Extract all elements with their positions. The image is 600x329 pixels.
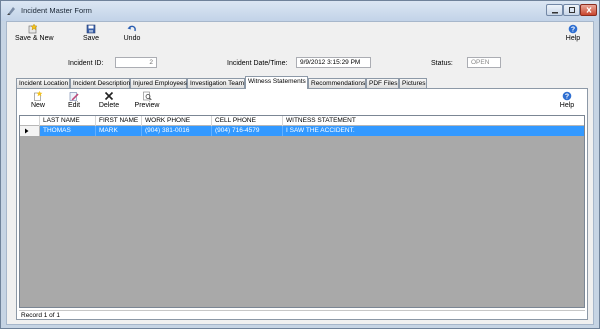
preview-label: Preview [134, 102, 160, 109]
column-header-witness-statement[interactable]: WITNESS STATEMENT [283, 116, 584, 126]
window-title: Incident Master Form [21, 6, 92, 15]
svg-text:?: ? [565, 94, 569, 101]
help-button[interactable]: ? Help [563, 24, 583, 44]
column-header-cell-phone[interactable]: CELL PHONE [212, 116, 283, 126]
cell-cell-phone[interactable]: (904) 716-4579 [212, 126, 283, 136]
svg-text:?: ? [571, 27, 575, 34]
incident-id-field[interactable]: 2 [115, 57, 157, 68]
edit-label: Edit [67, 102, 81, 109]
status-field[interactable]: OPEN [467, 57, 501, 68]
incident-datetime-field[interactable]: 9/9/2012 3:15:29 PM [296, 57, 371, 68]
undo-button[interactable]: Undo [121, 24, 143, 44]
grid-corner [20, 116, 40, 126]
delete-label: Delete [98, 102, 120, 109]
column-header-last-name[interactable]: LAST NAME [40, 116, 96, 126]
table-row[interactable]: THOMAS MARK (904) 381-0016 (904) 716-457… [20, 126, 584, 136]
close-button[interactable] [580, 4, 597, 16]
incident-id-label: Incident ID: [68, 60, 104, 67]
save-new-icon [28, 24, 38, 34]
cell-last-name[interactable]: THOMAS [40, 126, 96, 136]
delete-icon [104, 91, 114, 101]
undo-label: Undo [123, 35, 141, 42]
new-icon [34, 91, 43, 101]
new-label: New [30, 102, 45, 109]
delete-button[interactable]: Delete [97, 91, 121, 111]
preview-button[interactable]: Preview [132, 91, 162, 111]
help-icon: ? [562, 91, 572, 101]
app-icon [7, 7, 15, 15]
edit-icon [69, 92, 79, 101]
new-button[interactable]: New [29, 91, 47, 111]
incident-master-form-window: Incident Master Form Save & New Save Und… [0, 0, 600, 329]
panel-help-button[interactable]: ? Help [557, 91, 577, 111]
row-pointer-icon [25, 128, 29, 134]
undo-icon [127, 25, 136, 32]
column-header-first-name[interactable]: FIRST NAME [96, 116, 142, 126]
preview-icon [143, 91, 152, 101]
column-header-work-phone[interactable]: WORK PHONE [142, 116, 212, 126]
cell-first-name[interactable]: MARK [96, 126, 142, 136]
witness-grid[interactable]: LAST NAME FIRST NAME WORK PHONE CELL PHO… [19, 115, 585, 308]
panel-help-label: Help [559, 102, 575, 109]
title-bar[interactable]: Incident Master Form [1, 1, 599, 21]
row-header[interactable] [20, 126, 40, 136]
edit-button[interactable]: Edit [65, 91, 83, 111]
save-label: Save [83, 35, 99, 42]
help-label: Help [565, 35, 581, 42]
maximize-button[interactable] [563, 4, 580, 16]
help-icon: ? [568, 24, 578, 34]
close-icon [586, 7, 592, 13]
save-button[interactable]: Save [81, 24, 101, 44]
tab-witness-statements[interactable]: Witness Statements [245, 76, 308, 89]
minimize-button[interactable] [546, 4, 563, 16]
record-status: Record 1 of 1 [19, 310, 585, 319]
status-label: Status: [431, 60, 453, 67]
maximize-icon [569, 7, 575, 13]
save-new-button[interactable]: Save & New [15, 24, 54, 44]
grid-header: LAST NAME FIRST NAME WORK PHONE CELL PHO… [20, 116, 584, 126]
save-icon [86, 24, 96, 34]
incident-datetime-label: Incident Date/Time: [227, 60, 288, 67]
form-client-area: Save & New Save Undo ? Help Incident ID:… [6, 21, 594, 325]
cell-work-phone[interactable]: (904) 381-0016 [142, 126, 212, 136]
witness-statements-panel: New Edit Delete Preview ? Help LAST NAME… [16, 88, 588, 320]
save-new-label: Save & New [15, 35, 54, 42]
cell-witness-statement[interactable]: I SAW THE ACCIDENT. [283, 126, 584, 136]
minimize-icon [552, 12, 558, 14]
